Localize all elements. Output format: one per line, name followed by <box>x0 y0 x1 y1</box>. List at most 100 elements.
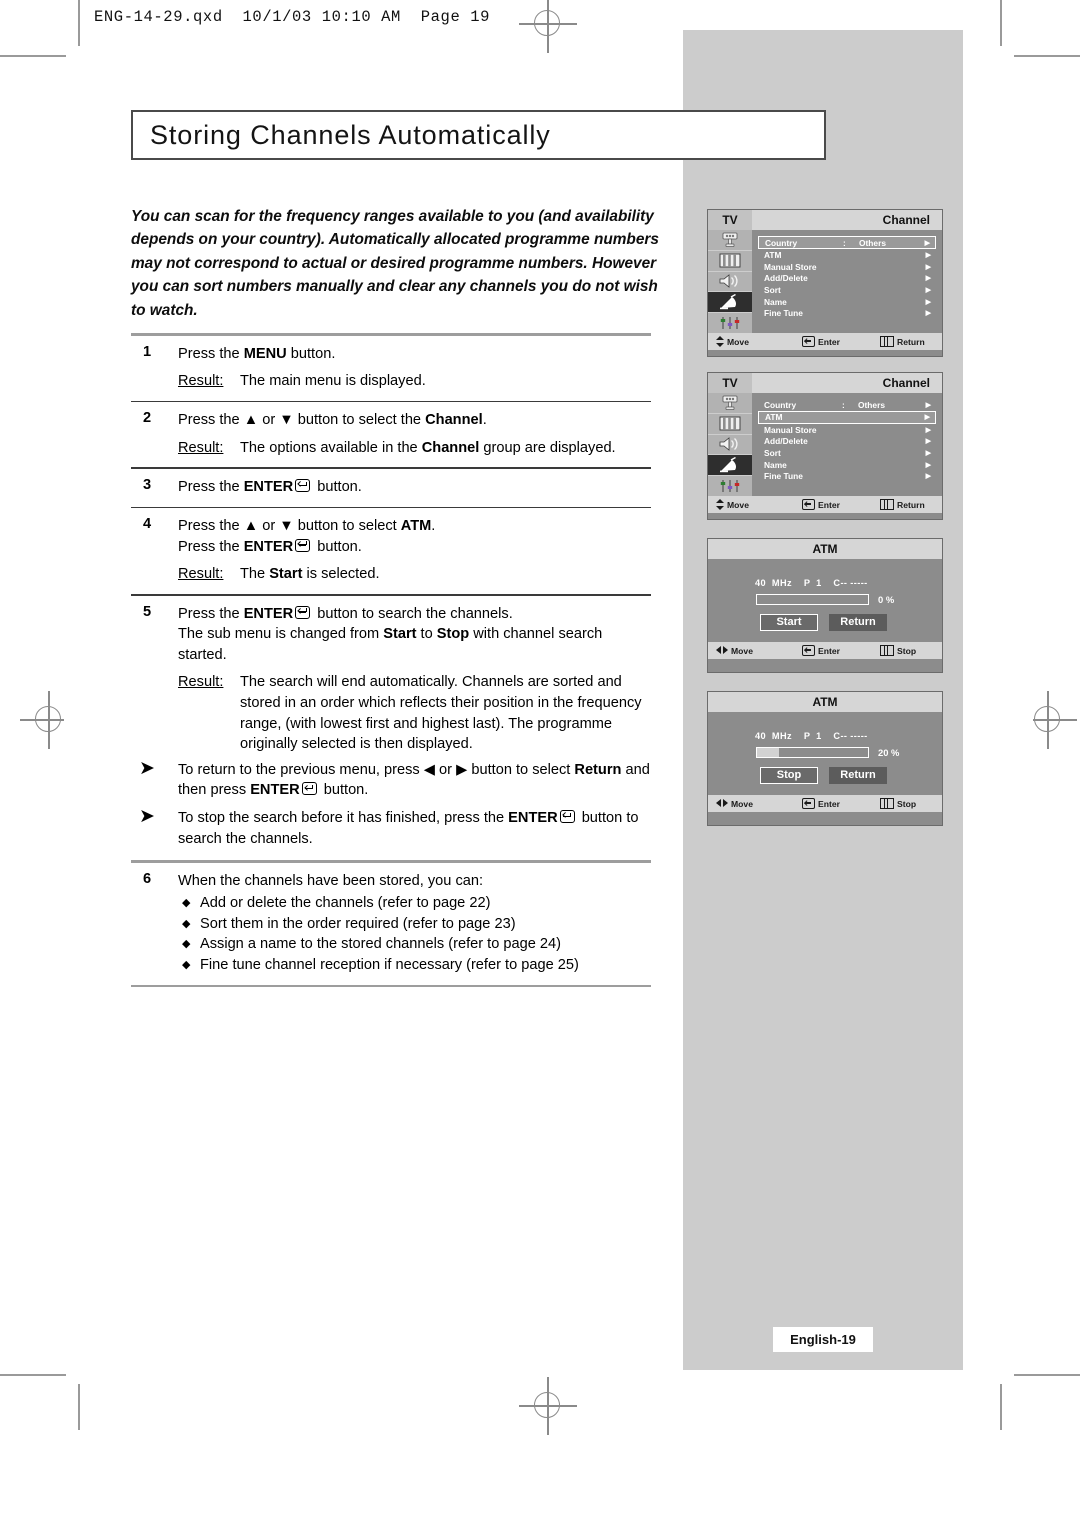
setup-sliders-icon[interactable] <box>708 476 752 496</box>
menu-item-label: ATM <box>764 249 782 260</box>
step-text-pre: Press the <box>178 345 244 362</box>
hint-label: Return <box>897 336 925 347</box>
menu-item-value: Others <box>859 237 886 248</box>
channel-settings-icon[interactable] <box>708 455 752 477</box>
menu-item-fine-tune[interactable]: Fine Tune ▶ <box>758 307 936 319</box>
menu-item-sort[interactable]: Sort ▶ <box>758 447 936 459</box>
input-source-icon[interactable] <box>708 230 752 251</box>
atm-dialog-title: ATM <box>708 539 942 559</box>
step-line: When the channels have been stored, you … <box>178 872 484 889</box>
menu-item-label: Name <box>764 459 787 470</box>
hint-label: Move <box>727 499 749 510</box>
chevron-right-icon: ▶ <box>925 275 931 283</box>
note-bold-enter: ENTER <box>250 782 300 799</box>
page-title: Storing Channels Automatically <box>150 120 551 150</box>
result-text: The options available in the Channel gro… <box>240 438 651 459</box>
hint-move: Move <box>716 799 802 809</box>
menu-item-sort[interactable]: Sort ▶ <box>758 284 936 296</box>
hint-label: Return <box>897 499 925 510</box>
menu-item-country[interactable]: Country : Others ▶ <box>758 236 936 249</box>
note-bold-return: Return <box>574 761 622 778</box>
note-text-post: button. <box>319 782 369 799</box>
hint-stop: Stop <box>880 798 916 809</box>
menu-item-fine-tune[interactable]: Fine Tune ▶ <box>758 470 936 482</box>
chevron-right-icon: ▶ <box>925 298 931 306</box>
step-bold-enter: ENTER <box>243 605 294 622</box>
osd-content: Country : Others ▶ ATM ▶ Manual Store ▶ … <box>708 230 942 333</box>
step-number: 3 <box>143 477 152 494</box>
atm-return-button[interactable]: Return <box>829 614 887 631</box>
chevron-right-icon: ▶ <box>925 438 931 446</box>
step-2: 2 Press the ▲ or ▼ button to select the … <box>131 402 651 467</box>
step-text-post: button. <box>313 479 362 496</box>
hint-move: Move <box>716 499 802 510</box>
enter-key-icon <box>802 499 815 510</box>
intro-paragraph: You can scan for the frequency ranges av… <box>131 208 659 319</box>
step-text-pre: Press the <box>178 605 244 622</box>
picture-settings-icon[interactable] <box>708 251 752 272</box>
atm-button-row: Start Return <box>760 614 887 631</box>
menu-item-label: Name <box>764 296 787 307</box>
sound-settings-icon[interactable] <box>708 435 752 456</box>
chevron-right-icon: ▶ <box>925 286 931 294</box>
chevron-right-icon: ▶ <box>925 461 931 469</box>
result-text: The main menu is displayed. <box>240 373 426 390</box>
step-body: Press the MENU button. Result: The main … <box>178 344 651 392</box>
menu-item-add-delete[interactable]: Add/Delete ▶ <box>758 272 936 284</box>
instruction-steps: 1 Press the MENU button. Result: The mai… <box>131 333 651 988</box>
list-item-label: Sort them in the order required (refer t… <box>200 915 516 932</box>
menu-item-add-delete[interactable]: Add/Delete ▶ <box>758 435 936 447</box>
atm-frequency-readout: 40 MHz P 1 C-- ----- <box>755 731 868 741</box>
channel-settings-icon[interactable] <box>708 292 752 314</box>
sound-settings-icon[interactable] <box>708 272 752 293</box>
result-text-pre: The <box>240 566 270 583</box>
osd-titlebar: TV Channel <box>708 210 942 230</box>
menu-item-manual-store[interactable]: Manual Store ▶ <box>758 261 936 273</box>
file-header-text: ENG-14-29.qxd 10/1/03 10:10 AM Page 19 <box>94 8 491 26</box>
menu-item-label: Sort <box>764 447 781 458</box>
list-item-label: Fine tune channel reception if necessary… <box>200 957 579 974</box>
step-line-1: Press the ENTER button to search the cha… <box>178 604 651 625</box>
list-item: ◆ Fine tune channel reception if necessar… <box>178 955 651 976</box>
menu-item-colon: : <box>842 399 845 410</box>
step-text-post: . <box>482 412 487 429</box>
menu-item-country[interactable]: Country : Others ▶ <box>758 399 936 411</box>
chevron-right-icon: ▶ <box>925 401 931 409</box>
step-body: When the channels have been stored, you … <box>178 871 651 976</box>
diamond-bullet-icon: ◆ <box>182 959 191 972</box>
enter-key-icon <box>559 809 575 823</box>
left-right-arrows-icon <box>716 799 728 808</box>
menu-item-atm[interactable]: ATM ▶ <box>758 410 936 424</box>
list-item: ◆ Add or delete the channels (refer to pa… <box>178 893 651 914</box>
step-text-pre: Press the <box>178 479 244 496</box>
step-1: 1 Press the MENU button. Result: The mai… <box>131 336 651 401</box>
menu-item-label: Manual Store <box>764 424 817 435</box>
picture-settings-icon[interactable] <box>708 414 752 435</box>
hint-enter: Enter <box>802 499 880 510</box>
result-row: Result: The Start is selected. <box>178 564 651 585</box>
list-item: ◆ Sort them in the order required (refer … <box>178 914 651 935</box>
atm-progress-percent: 0 % <box>878 594 895 605</box>
input-source-icon[interactable] <box>708 393 752 414</box>
atm-stop-button[interactable]: Stop <box>760 767 818 784</box>
menu-item-label: Add/Delete <box>764 436 808 447</box>
result-label: Result: <box>178 566 224 583</box>
hint-label: Enter <box>818 336 840 347</box>
step-text-post: button to search the channels. <box>313 605 513 622</box>
menu-item-atm[interactable]: ATM ▶ <box>758 249 936 261</box>
atm-start-button[interactable]: Start <box>760 614 818 631</box>
result-row: Result: The options available in the Cha… <box>178 438 651 459</box>
atm-return-button[interactable]: Return <box>829 767 887 784</box>
osd-footer-hints: Move Enter Return <box>708 496 942 513</box>
setup-sliders-icon[interactable] <box>708 313 752 333</box>
osd-screenshot-atm-stop: ATM 40 MHz P 1 C-- ----- 20 % Stop Retur… <box>707 691 943 826</box>
hint-label: Stop <box>897 798 917 809</box>
menu-item-manual-store[interactable]: Manual Store ▶ <box>758 424 936 436</box>
menu-item-name[interactable]: Name ▶ <box>758 296 936 308</box>
crop-mark-bottom-left-vertical <box>78 1384 80 1430</box>
atm-dialog-body: 40 MHz P 1 C-- ----- 20 % Stop Return <box>708 712 942 795</box>
osd-screenshot-channel-menu-country: TV Channel Country : Others ▶ ATM ▶ Manu… <box>707 209 943 357</box>
crop-mark-bottom-left-horizontal <box>0 1374 66 1376</box>
osd-menu-list: Country : Others ▶ ATM ▶ Manual Store ▶ … <box>752 230 942 333</box>
menu-item-name[interactable]: Name ▶ <box>758 459 936 471</box>
